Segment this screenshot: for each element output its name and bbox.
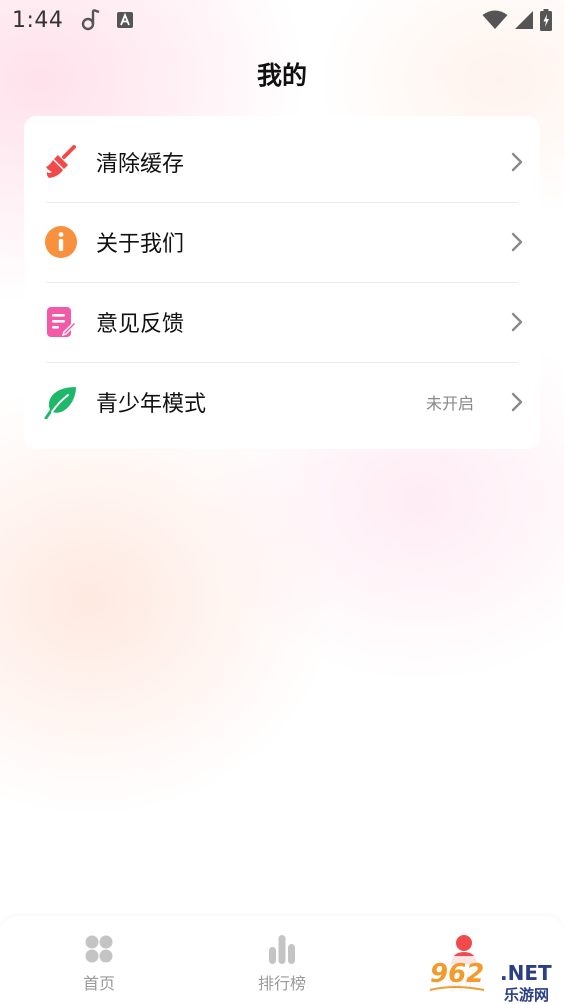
- menu-item-feedback[interactable]: 意见反馈: [24, 282, 540, 362]
- watermark-logo: 962 .NET 乐游网: [424, 956, 564, 1004]
- menu-item-about-us[interactable]: 关于我们: [24, 202, 540, 282]
- menu-card: 清除缓存 关于我们 意见反馈 青少年模式 未开启: [24, 116, 540, 449]
- status-bar: 1:44: [0, 0, 564, 40]
- music-note-icon: [81, 9, 101, 31]
- chevron-right-icon: [510, 151, 524, 173]
- screen: 1:44 我的 清除缓存 关于我们 意见反馈 青少年模式 未开启 首页 排行榜 …: [0, 0, 564, 1004]
- chevron-right-icon: [510, 311, 524, 333]
- status-right-icons: [482, 9, 552, 31]
- tab-label: 排行榜: [257, 974, 306, 993]
- broom-icon: [44, 145, 78, 179]
- grid-icon: [82, 932, 116, 966]
- watermark-suffix: .NET: [500, 961, 552, 985]
- tab-ranking[interactable]: 排行榜: [222, 932, 342, 998]
- info-icon: [44, 225, 78, 259]
- status-notification-icons: [81, 9, 134, 31]
- watermark-brand: 962: [430, 959, 484, 989]
- tab-home[interactable]: 首页: [39, 932, 159, 998]
- menu-item-label: 关于我们: [96, 232, 185, 257]
- chevron-right-icon: [510, 231, 524, 253]
- wifi-icon: [482, 10, 508, 30]
- feedback-icon: [44, 305, 78, 339]
- menu-item-label: 清除缓存: [96, 152, 185, 177]
- status-time: 1:44: [12, 7, 64, 33]
- leaf-icon: [44, 385, 78, 419]
- chevron-right-icon: [510, 391, 524, 413]
- font-a-icon: [117, 12, 134, 28]
- teen-mode-status: 未开启: [425, 394, 474, 413]
- page-title: 我的: [256, 61, 307, 90]
- battery-charging-icon: [540, 9, 552, 31]
- menu-item-label: 青少年模式: [96, 392, 207, 417]
- menu-item-teen-mode[interactable]: 青少年模式 未开启: [24, 362, 540, 442]
- menu-item-clear-cache[interactable]: 清除缓存: [24, 122, 540, 202]
- cellular-signal-icon: [514, 10, 534, 30]
- watermark-sub: 乐游网: [504, 986, 549, 1002]
- menu-item-label: 意见反馈: [96, 312, 185, 337]
- bar-chart-icon: [265, 932, 299, 966]
- tab-label: 首页: [82, 974, 115, 993]
